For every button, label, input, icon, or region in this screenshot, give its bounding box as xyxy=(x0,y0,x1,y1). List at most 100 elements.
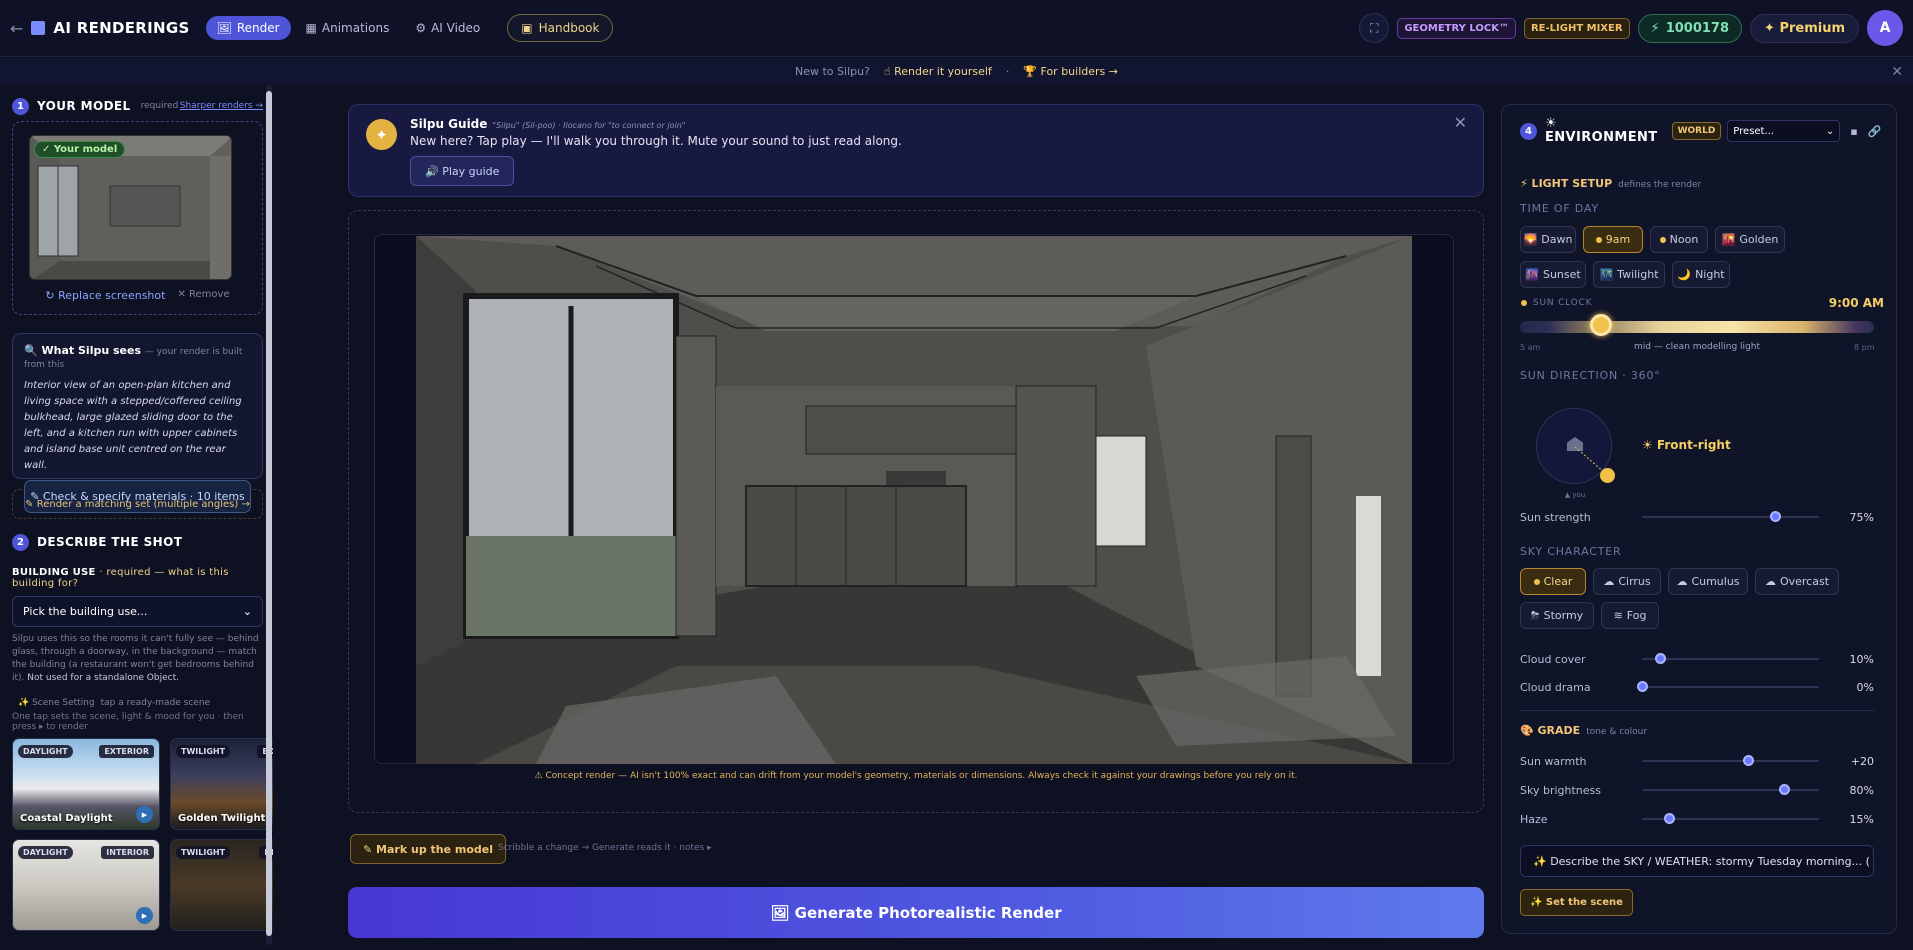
model-dropzone[interactable]: ✓ Your model ↻ Replace screenshot ✕ Remo… xyxy=(12,121,263,315)
top-right-actions: ⛶ GEOMETRY LOCK™ RE-LIGHT MIXER ⚡ 1000178… xyxy=(1359,10,1903,46)
play-icon[interactable]: ▶ xyxy=(136,907,153,924)
sky-option-stormy[interactable]: ⛈ Stormy xyxy=(1520,602,1594,629)
relight-mixer-badge[interactable]: RE-LIGHT MIXER xyxy=(1523,17,1630,39)
scene-title: ✨ Scene Setting xyxy=(18,698,95,708)
slider-track[interactable] xyxy=(1642,511,1819,522)
tab-animations[interactable]: ▦ Animations xyxy=(295,16,401,40)
section-subtitle: tone & colour xyxy=(1586,727,1648,737)
slider-knob[interactable] xyxy=(1769,511,1781,522)
preset-select[interactable]: Preset... ⌄ xyxy=(1727,120,1841,142)
mark-up-model-button[interactable]: ✎ Mark up the model xyxy=(350,834,507,864)
building-use-select[interactable]: Pick the building use... ⌄ xyxy=(12,596,263,627)
sky-brightness-slider[interactable]: Sky brightness 80% xyxy=(1520,782,1874,798)
haze-slider[interactable]: Haze 15% xyxy=(1520,811,1874,827)
slider-track[interactable] xyxy=(1642,755,1819,766)
time-option-9am[interactable]: 9am xyxy=(1583,226,1643,253)
replace-screenshot-link[interactable]: ↻ Replace screenshot xyxy=(45,289,165,302)
sky-option-overcast[interactable]: ☁ Overcast xyxy=(1755,568,1839,595)
slider-track[interactable] xyxy=(1642,653,1819,664)
link-icon[interactable]: 🔗 xyxy=(1868,125,1882,138)
scrollbar-thumb[interactable] xyxy=(266,91,272,936)
premium-button[interactable]: ✦ Premium xyxy=(1750,13,1859,43)
slider-knob[interactable] xyxy=(1654,653,1666,664)
sun-dot-icon xyxy=(1521,300,1527,306)
geometry-lock-badge[interactable]: GEOMETRY LOCK™ xyxy=(1397,17,1516,39)
guide-text: New here? Tap play — I'll walk you throu… xyxy=(410,134,902,148)
credits-button[interactable]: ⚡ 1000178 xyxy=(1637,13,1743,43)
left-scrollbar[interactable] xyxy=(266,85,272,945)
time-option-golden[interactable]: 🌇 Golden xyxy=(1715,226,1785,253)
guide-name: Silpu Guide xyxy=(410,117,488,131)
sky-option-clear[interactable]: Clear xyxy=(1520,568,1586,595)
tab-ai-video[interactable]: ⚙ AI Video xyxy=(404,16,491,40)
scene-type: INTERIOR xyxy=(101,846,154,859)
for-builders-link[interactable]: 🏆 For builders → xyxy=(1023,65,1118,78)
slider-track[interactable] xyxy=(1642,784,1819,795)
sky-option-cirrus[interactable]: ☁ Cirrus xyxy=(1593,568,1661,595)
sun-direction-dial[interactable]: ▲ you xyxy=(1536,408,1615,499)
fullscreen-icon[interactable]: ⛶ xyxy=(1359,13,1390,43)
play-guide-button[interactable]: 🔊 Play guide xyxy=(410,156,515,186)
slider-value: 10% xyxy=(1849,652,1874,666)
scene-card[interactable]: DAYLIGHT EXTERIOR Coastal Daylight ▶ xyxy=(12,738,160,830)
scene-description: Interior view of an open-plan kitchen an… xyxy=(24,380,242,471)
option-label: Clear xyxy=(1543,575,1573,588)
top-bar: ← AI RENDERINGS 🖼 Render ▦ Animations ⚙ AI … xyxy=(0,0,1913,57)
generate-render-button[interactable]: 🖼 Generate Photorealistic Render xyxy=(348,887,1484,938)
sunrise-icon: 🌄 xyxy=(1523,233,1538,246)
sun-strength-slider[interactable]: Sun strength 75% xyxy=(1520,509,1874,525)
play-icon[interactable]: ▶ xyxy=(136,806,153,823)
world-badge[interactable]: WORLD xyxy=(1671,122,1722,140)
sky-weather-input[interactable]: ✨ Describe the SKY / WEATHER: stormy Tue… xyxy=(1520,845,1874,877)
set-scene-button[interactable]: ✨ Set the scene xyxy=(1520,889,1633,916)
sky-option-cumulus[interactable]: ☁ Cumulus xyxy=(1668,568,1748,595)
slider-value: 80% xyxy=(1849,783,1874,797)
sunset-icon: 🌆 xyxy=(1525,268,1539,281)
slider-track[interactable] xyxy=(1642,813,1819,824)
save-icon[interactable]: ▪ xyxy=(1850,125,1857,138)
sparkle-icon: ✦ xyxy=(1764,20,1780,36)
scene-card[interactable]: TWILIGHTINTERIOR▶ xyxy=(170,839,273,931)
cloud-drama-slider[interactable]: Cloud drama 0% xyxy=(1520,679,1874,695)
time-option-dawn[interactable]: 🌄 Dawn xyxy=(1520,226,1576,253)
tab-label: AI Video xyxy=(431,21,481,35)
sky-option-fog[interactable]: ≋ Fog xyxy=(1601,602,1659,629)
star-icon: ✦ xyxy=(366,119,397,150)
scene-tag: DAYLIGHT xyxy=(18,846,73,859)
avatar[interactable]: A xyxy=(1867,10,1903,46)
sun-clock-time: 9:00 AM xyxy=(1828,296,1884,310)
your-model-badge: ✓ Your model xyxy=(34,141,126,158)
tab-render[interactable]: 🖼 Render xyxy=(205,16,291,40)
close-icon[interactable]: ✕ xyxy=(1891,64,1903,80)
cloud-cover-slider[interactable]: Cloud cover 10% xyxy=(1520,651,1874,667)
slider-knob[interactable] xyxy=(1663,813,1675,824)
handbook-button[interactable]: ▣ Handbook xyxy=(507,14,614,42)
chevron-down-icon: ⌄ xyxy=(1825,125,1835,137)
close-icon[interactable]: ✕ xyxy=(1454,113,1467,132)
sun-icon: ☀ xyxy=(1545,116,1558,131)
trophy-icon: 🏆 xyxy=(1023,65,1041,78)
time-option-sunset[interactable]: 🌆 Sunset xyxy=(1520,261,1586,288)
time-option-night[interactable]: 🌙 Night xyxy=(1672,261,1730,288)
slider-value: 0% xyxy=(1856,680,1874,694)
time-option-twilight[interactable]: 🌃 Twilight xyxy=(1593,261,1665,288)
sun-dot-icon xyxy=(1533,578,1540,585)
remove-link[interactable]: ✕ Remove xyxy=(177,289,229,302)
back-icon[interactable]: ← xyxy=(10,19,23,38)
slider-knob[interactable] xyxy=(1778,784,1790,795)
scene-card[interactable]: TWILIGHTEXTERIORGolden Twilight▶ xyxy=(170,738,273,830)
sharper-renders-link[interactable]: Sharper renders → xyxy=(180,101,263,111)
render-yourself-link[interactable]: ☝ Render it yourself xyxy=(884,65,992,78)
slider-knob[interactable] xyxy=(1637,681,1648,692)
scene-grid: DAYLIGHT EXTERIOR Coastal Daylight ▶ TWILIG… xyxy=(12,738,273,931)
sun-clock-label: SUN CLOCK xyxy=(1533,298,1593,308)
scene-card[interactable]: DAYLIGHT INTERIOR ▶ xyxy=(12,839,160,931)
sun-warmth-slider[interactable]: Sun warmth +20 xyxy=(1520,753,1874,769)
time-option-noon[interactable]: Noon xyxy=(1650,226,1708,253)
sun-handle[interactable] xyxy=(1600,468,1615,483)
slider-knob[interactable] xyxy=(1743,755,1755,766)
left-panel: 1 YOUR MODEL required Sharper renders → … xyxy=(0,85,273,945)
slider-track[interactable] xyxy=(1637,681,1819,692)
sun-clock-slider[interactable] xyxy=(1520,321,1874,333)
model-render-image[interactable] xyxy=(416,236,1412,764)
